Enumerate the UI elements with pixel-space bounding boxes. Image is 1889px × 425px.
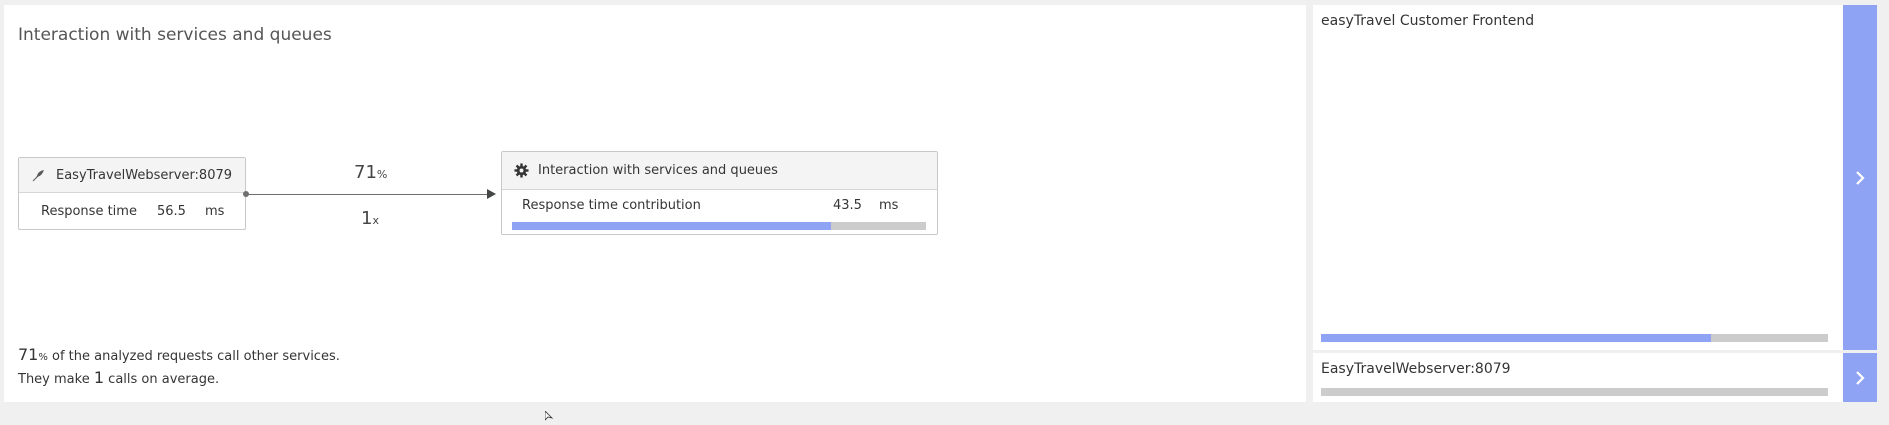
gear-icon (514, 163, 530, 178)
target-metric-value: 43.5 (833, 197, 862, 213)
edge-arrowhead (487, 189, 496, 199)
target-metric-label: Response time contribution (522, 197, 701, 213)
open-webserver-button[interactable] (1843, 353, 1877, 402)
summary-line-1: 71% of the analyzed requests call other … (18, 345, 340, 364)
target-node-name: Interaction with services and queues (538, 163, 778, 178)
target-contribution-bar (512, 222, 926, 230)
source-metric-unit: ms (205, 203, 225, 219)
target-node-metric-row: Response time contribution 43.5 ms (502, 190, 937, 220)
summary-text-1: of the analyzed requests call other serv… (52, 349, 340, 364)
source-service-node[interactable]: EasyTravelWebserver:8079 Response time 5… (18, 157, 246, 230)
edge-percent-unit: % (376, 168, 388, 181)
edge-percent-value: 71 (354, 162, 377, 183)
target-metric-unit: ms (879, 197, 899, 213)
summary-percent-value: 71 (18, 345, 39, 364)
chevron-right-icon (1854, 370, 1866, 386)
source-node-header[interactable]: EasyTravelWebserver:8079 (19, 158, 245, 193)
source-metric-value: 56.5 (157, 203, 186, 219)
edge-calls-unit: x (372, 214, 379, 227)
summary-line-2: They make 1 calls on average. (18, 368, 219, 387)
side-card-webserver[interactable]: EasyTravelWebserver:8079 (1313, 353, 1843, 402)
side-card-bar (1321, 334, 1828, 342)
panel-title: Interaction with services and queues (18, 25, 332, 45)
side-card-title: easyTravel Customer Frontend (1321, 13, 1535, 29)
open-frontend-button[interactable] (1843, 5, 1877, 350)
edge-line[interactable] (246, 194, 490, 195)
service-flow-panel: Interaction with services and queues Eas… (4, 5, 1306, 402)
source-metric-label: Response time (41, 203, 137, 219)
source-node-metric-row: Response time 56.5 ms (19, 193, 245, 229)
edge-calls-value: 1 (361, 208, 373, 229)
target-service-node[interactable]: Interaction with services and queues Res… (501, 151, 938, 235)
side-card-frontend[interactable]: easyTravel Customer Frontend (1313, 5, 1843, 350)
side-card-title: EasyTravelWebserver:8079 (1321, 361, 1511, 377)
summary-prefix: They make (18, 372, 90, 387)
target-contribution-bar-fill (512, 222, 831, 230)
summary-suffix: calls on average. (108, 372, 220, 387)
side-card-bar (1321, 388, 1828, 396)
chevron-right-icon (1854, 170, 1866, 186)
summary-percent-unit: % (38, 352, 48, 363)
side-card-bar-fill (1321, 334, 1712, 342)
source-node-name: EasyTravelWebserver:8079 (56, 167, 233, 183)
edge-calls-label: 1x (361, 208, 379, 229)
feather-icon (32, 168, 48, 182)
summary-calls-value: 1 (93, 368, 105, 387)
target-node-header[interactable]: Interaction with services and queues (502, 152, 937, 190)
edge-percent-label: 71% (354, 162, 387, 183)
mouse-cursor (544, 406, 555, 425)
